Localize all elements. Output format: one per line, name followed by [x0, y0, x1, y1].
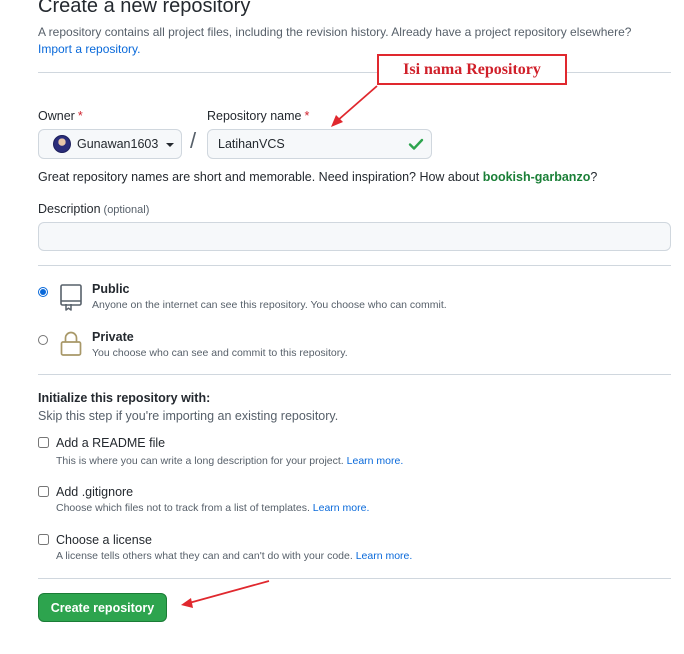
name-suggestion[interactable]: bookish-garbanzo	[483, 170, 591, 184]
license-checkbox[interactable]	[38, 534, 49, 545]
page-title: Create a new repository	[38, 0, 251, 17]
owner-name: Gunawan1603	[77, 137, 159, 151]
description-label: Description (optional)	[38, 202, 150, 216]
owner-label: Owner *	[38, 109, 83, 123]
license-title: Choose a license	[56, 533, 152, 547]
private-radio[interactable]	[38, 335, 48, 345]
private-description: You choose who can see and commit to thi…	[92, 347, 348, 359]
lock-icon	[60, 331, 82, 356]
repo-name-input[interactable]	[207, 129, 432, 159]
gitignore-title: Add .gitignore	[56, 485, 134, 499]
check-icon	[408, 138, 424, 150]
owner-dropdown[interactable]: Gunawan1603	[38, 129, 182, 159]
description-input[interactable]	[38, 222, 671, 251]
arrowhead-create-button	[181, 598, 193, 608]
readme-description: This is where you can write a long descr…	[56, 455, 404, 467]
public-radio[interactable]	[38, 287, 48, 297]
gitignore-learn-more-link[interactable]: Learn more.	[313, 502, 370, 514]
license-description: A license tells others what they can and…	[56, 550, 413, 562]
divider	[38, 578, 671, 579]
annotation-callout: Isi nama Repository	[377, 54, 567, 85]
readme-checkbox[interactable]	[38, 437, 49, 448]
init-title: Initialize this repository with:	[38, 391, 211, 405]
import-repository-link[interactable]: Import a repository.	[38, 42, 140, 56]
gitignore-checkbox[interactable]	[38, 486, 49, 497]
divider	[38, 72, 671, 73]
name-hint: Great repository names are short and mem…	[38, 170, 598, 184]
public-description: Anyone on the internet can see this repo…	[92, 299, 447, 311]
gitignore-description: Choose which files not to track from a l…	[56, 502, 370, 514]
arrow-to-repo-name	[336, 85, 378, 122]
divider	[38, 374, 671, 375]
required-mark: *	[77, 109, 83, 123]
arrowhead-repo-name	[331, 115, 343, 127]
page-subtitle: A repository contains all project files,…	[38, 25, 632, 39]
avatar	[53, 135, 71, 153]
divider	[38, 265, 671, 266]
create-repository-button[interactable]: Create repository	[38, 593, 167, 622]
repo-icon	[60, 284, 82, 311]
optional-note: (optional)	[103, 204, 150, 216]
caret-down-icon	[166, 143, 175, 147]
arrow-to-create-button	[188, 580, 270, 604]
init-subtitle: Skip this step if you're importing an ex…	[38, 409, 339, 423]
private-title: Private	[92, 330, 134, 344]
readme-title: Add a README file	[56, 436, 166, 450]
license-learn-more-link[interactable]: Learn more.	[356, 550, 413, 562]
owner-repo-separator: /	[190, 128, 197, 153]
readme-learn-more-link[interactable]: Learn more.	[347, 455, 404, 467]
required-mark: *	[304, 109, 310, 123]
public-title: Public	[92, 282, 130, 296]
repo-name-label: Repository name *	[207, 109, 310, 123]
